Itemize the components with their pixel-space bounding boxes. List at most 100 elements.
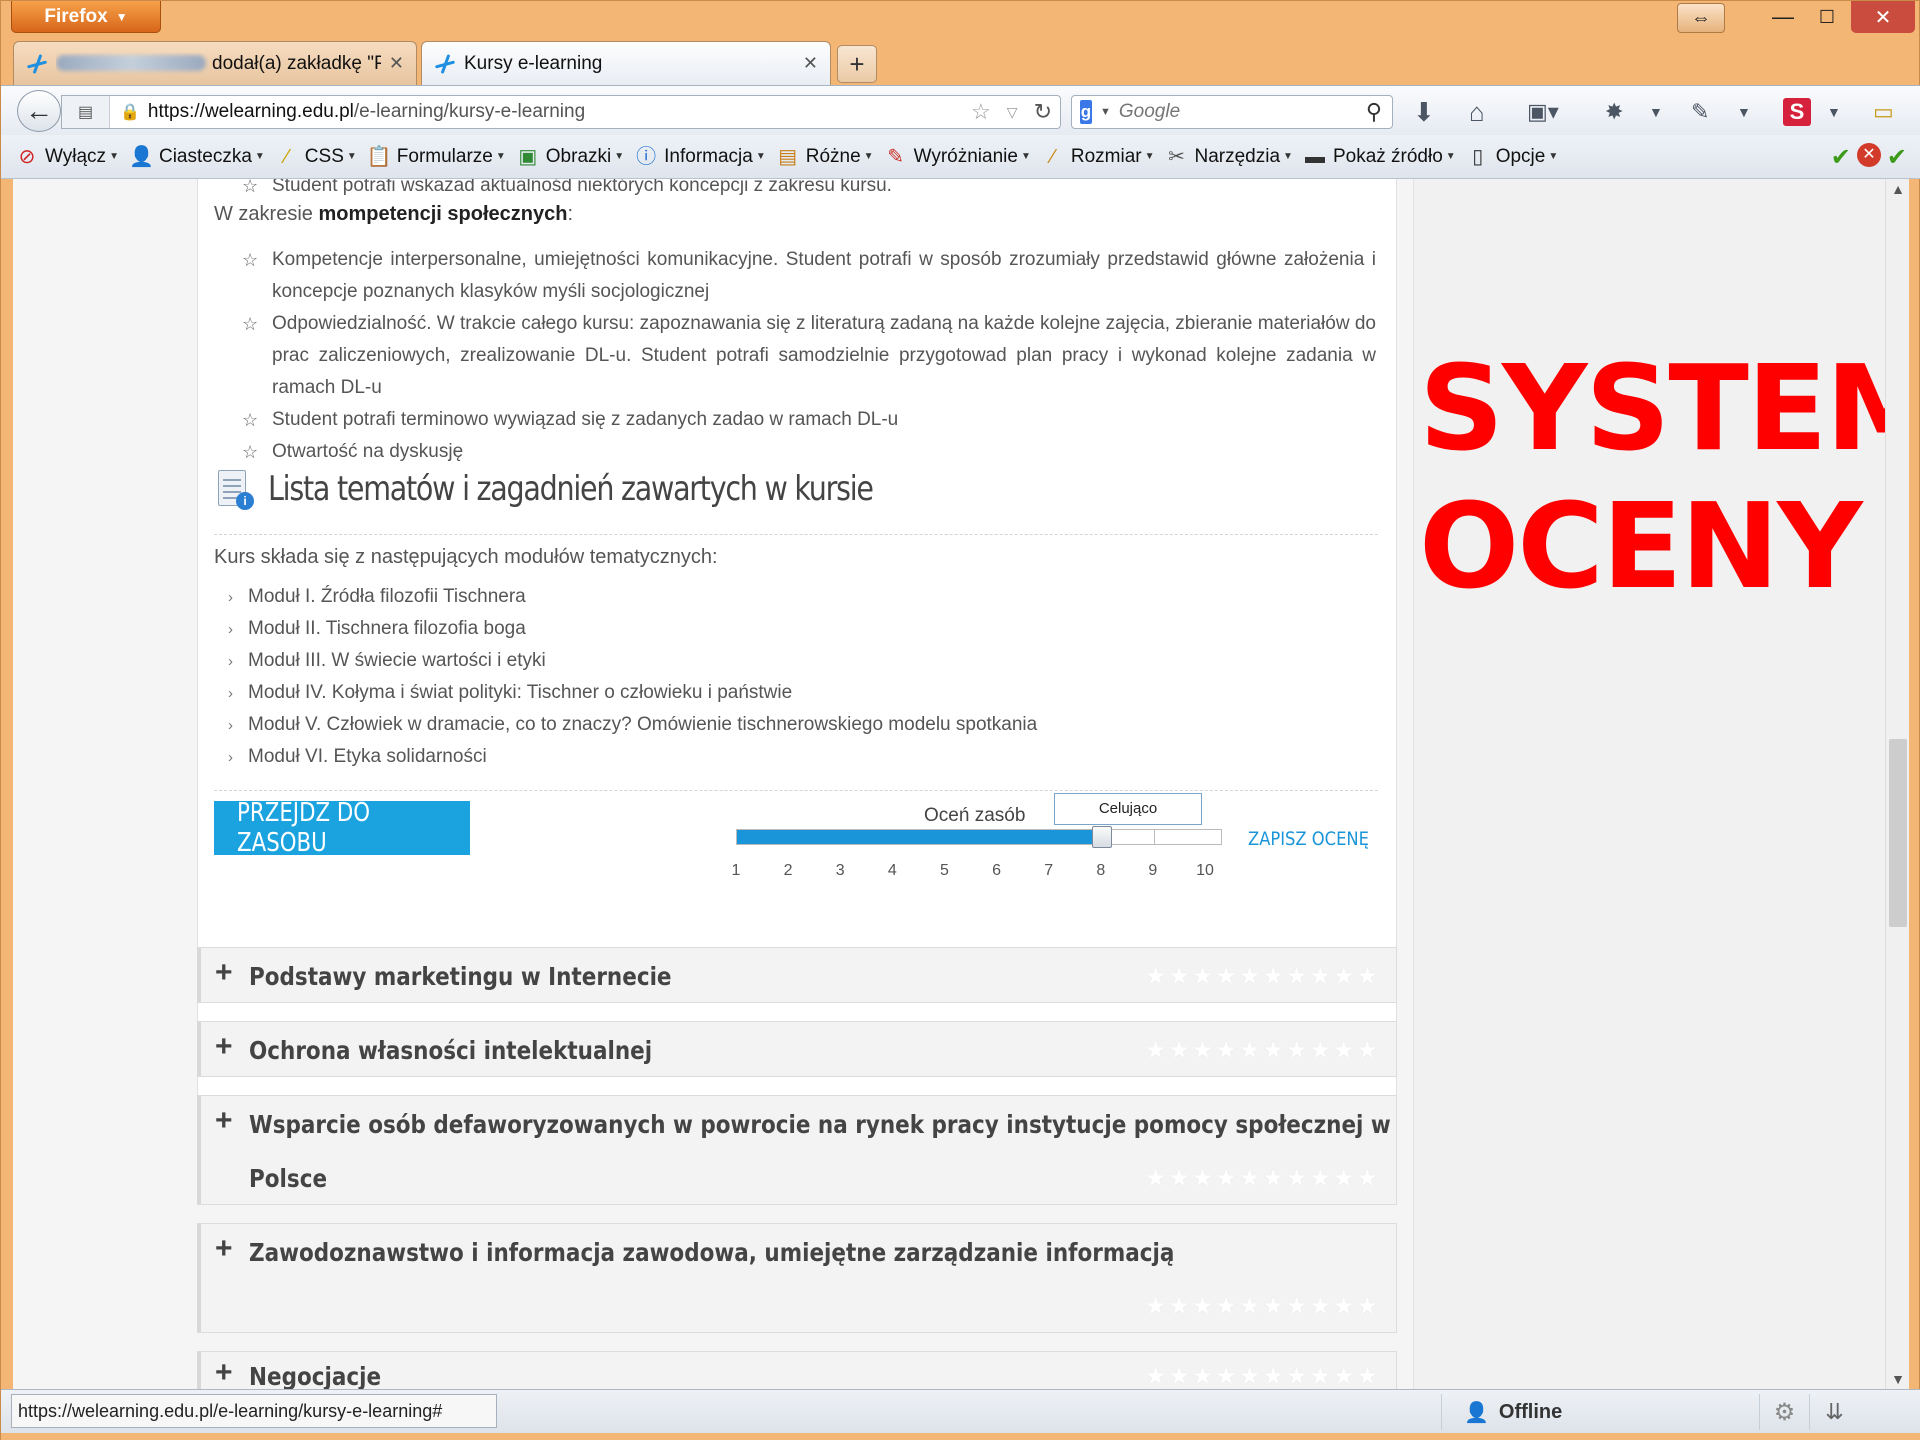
tab-active[interactable]: Kursy e-learning ✕ [421, 41, 831, 85]
devbar-item-informacja[interactable]: ⓘ Informacja ▼ [634, 145, 766, 169]
course-rating-stars: ★★★★★★★★★★ [1144, 1293, 1380, 1320]
devbar-item-formularze[interactable]: 📋 Formularze ▼ [367, 145, 506, 169]
tab-inactive[interactable]: dodał(a) zakładkę "P... ✕ [13, 41, 417, 85]
devbar-item-wylacz[interactable]: ⊘ Wyłącz ▼ [15, 145, 119, 169]
search-bar[interactable]: g ▼ ⚲ [1071, 95, 1393, 129]
stylish-icon[interactable]: S [1783, 98, 1811, 126]
devbar-item-pokaz-zrodlo[interactable]: ▬ Pokaż źródło ▼ [1303, 145, 1456, 169]
course-title-line2[interactable]: Polsce [249, 1164, 327, 1193]
search-icon[interactable]: ⚲ [1366, 99, 1382, 125]
maximize-button[interactable]: ☐ [1805, 1, 1849, 33]
divider [214, 534, 1378, 535]
course-panel[interactable]: + Podstawy marketingu w Internecie ★★★★★… [197, 947, 1397, 1003]
page-viewport: ☆ Student potrafi wskazad aktualnośd niek… [13, 179, 1897, 1389]
rating-slider[interactable] [736, 826, 1222, 848]
url-text[interactable]: https://welearning.edu.pl/e-learning/kur… [148, 101, 963, 123]
site-identity-icon[interactable]: ▤ [62, 96, 110, 128]
search-input[interactable] [1118, 101, 1366, 123]
save-rating-link[interactable]: ZAPISZ OCENĘ [1248, 828, 1369, 850]
download-arrow-icon[interactable]: ⇊ [1809, 1394, 1859, 1430]
course-panel[interactable]: + Negocjacje ★★★★★★★★★★ [197, 1351, 1397, 1389]
devbar-label: Wyłącz [45, 145, 107, 167]
addon-dropdown-icon[interactable]: ▼ [1649, 96, 1663, 128]
download-icon[interactable]: ⬇ [1413, 96, 1435, 128]
presence-status[interactable]: 👤 Offline [1441, 1394, 1757, 1430]
close-tab-icon[interactable]: ✕ [389, 53, 404, 74]
devbar-item-narzedzia[interactable]: ✂ Narzędzia ▼ [1165, 145, 1293, 169]
course-panel[interactable]: + Wsparcie osób defaworyzowanych w powro… [197, 1095, 1397, 1205]
check-icon[interactable]: ✔ [1887, 143, 1907, 172]
chevron-down-icon: ▼ [1548, 151, 1559, 162]
back-button[interactable]: ← [17, 90, 61, 132]
devbar-item-rozne[interactable]: ▤ Różne ▼ [776, 145, 873, 169]
minimize-button[interactable]: — [1761, 1, 1805, 33]
google-engine-icon[interactable]: g [1080, 100, 1092, 124]
devbar-item-rozmiar[interactable]: ⁄ Rozmiar ▼ [1041, 145, 1154, 169]
devbar-item-css[interactable]: ⁄ CSS ▼ [275, 145, 357, 169]
presence-label: Offline [1498, 1400, 1563, 1423]
expand-icon[interactable]: + [215, 1232, 233, 1266]
gear-icon[interactable]: ⚙ [1759, 1394, 1809, 1430]
course-title[interactable]: Wsparcie osób defaworyzowanych w powroci… [249, 1110, 1391, 1139]
eyedropper-dropdown-icon[interactable]: ▼ [1737, 96, 1751, 128]
engine-dropdown-icon[interactable]: ▼ [1100, 106, 1111, 118]
devbar-item-obrazki[interactable]: ▣ Obrazki ▼ [516, 145, 624, 169]
overlay-line2: OCENY [1419, 477, 1863, 615]
vertical-scrollbar[interactable]: ▲ ▼ [1885, 179, 1909, 1389]
devbar-item-opcje[interactable]: ▯ Opcje ▼ [1466, 145, 1559, 169]
course-rating-stars: ★★★★★★★★★★ [1144, 1165, 1380, 1192]
new-tab-button[interactable]: + [837, 45, 877, 83]
firefox-menu-button[interactable]: Firefox ▼ [11, 1, 161, 33]
overlay-line1: SYSTEM [1419, 339, 1897, 477]
tab-groups-button[interactable]: ⇔ [1677, 3, 1725, 33]
close-tab-icon[interactable]: ✕ [803, 53, 818, 74]
expand-icon[interactable]: + [215, 1104, 233, 1138]
course-panel[interactable]: + Ochrona własności intelektualnej ★★★★★… [197, 1021, 1397, 1077]
module-text: Moduł I. Źródła filozofii Tischnera [248, 586, 526, 607]
close-window-button[interactable]: ✕ [1851, 1, 1915, 33]
rating-slider-handle[interactable] [1091, 826, 1112, 848]
scroll-up-icon[interactable]: ▲ [1886, 181, 1910, 197]
source-icon: ▬ [1304, 145, 1325, 168]
scroll-down-icon[interactable]: ▼ [1886, 1371, 1910, 1387]
stylish-dropdown-icon[interactable]: ▼ [1827, 96, 1841, 128]
rating-tick-label: 6 [992, 862, 1001, 879]
home-icon[interactable]: ⌂ [1469, 96, 1485, 128]
check-icon[interactable]: ✔ [1831, 143, 1851, 172]
devbar-item-wyroznianie[interactable]: ✎ Wyróżnianie ▼ [884, 145, 1031, 169]
error-icon[interactable]: ✕ [1856, 143, 1881, 167]
bookmark-star-icon[interactable]: ☆ [971, 99, 991, 125]
expand-icon[interactable]: + [215, 1030, 233, 1064]
go-to-resource-button[interactable]: PRZEJDŹ DO ZASOBU [214, 798, 470, 858]
module-item: › Moduł II. Tischnera filozofia boga [228, 618, 526, 640]
expand-icon[interactable]: + [215, 1356, 233, 1389]
addon-icon[interactable]: ✸ [1605, 96, 1623, 128]
course-title[interactable]: Negocjacje [249, 1362, 381, 1389]
chevron-down-icon: ▼ [254, 151, 265, 162]
competence-bold: mompetencji społecznych [318, 203, 568, 225]
course-title[interactable]: Podstawy marketingu w Internecie [249, 962, 672, 991]
ruler-addon-icon[interactable]: ▭ [1873, 96, 1894, 128]
devbar-item-ciasteczka[interactable]: 👤 Ciasteczka ▼ [129, 145, 265, 169]
reload-icon[interactable]: ↻ [1034, 99, 1052, 125]
competence-text: Odpowiedzialność. W trakcie całego kursu… [272, 313, 1376, 398]
site-favicon-icon [434, 53, 456, 75]
history-dropdown-icon[interactable]: ▽ [1007, 104, 1018, 121]
course-panel[interactable]: + Zawodoznawstwo i informacja zawodowa, … [197, 1223, 1397, 1333]
eyedropper-icon[interactable]: ✎ [1691, 96, 1709, 128]
url-bar[interactable]: ▤ 🔒 https://welearning.edu.pl/e-learning… [61, 95, 1061, 129]
devbar-label: CSS [304, 145, 344, 167]
module-item: › Moduł IV. Kołyma i świat polityki: Tisc… [228, 682, 792, 704]
course-rating-stars: ★★★★★★★★★★ [1144, 1037, 1380, 1064]
rating-slider-segment [1153, 830, 1155, 844]
chevron-down-icon: ▼ [1020, 151, 1031, 162]
chevron-right-icon: › [228, 653, 233, 670]
scrollbar-thumb[interactable] [1889, 739, 1907, 927]
bookmarks-menu-icon[interactable]: ▣▾ [1527, 96, 1559, 128]
topics-heading: i Lista tematów i zagadnień zawartych w … [214, 468, 988, 510]
chevron-down-icon: ▼ [614, 151, 625, 162]
course-title[interactable]: Zawodoznawstwo i informacja zawodowa, um… [249, 1238, 1174, 1267]
course-title[interactable]: Ochrona własności intelektualnej [249, 1036, 652, 1065]
chevron-right-icon: › [228, 717, 233, 734]
expand-icon[interactable]: + [215, 956, 233, 990]
